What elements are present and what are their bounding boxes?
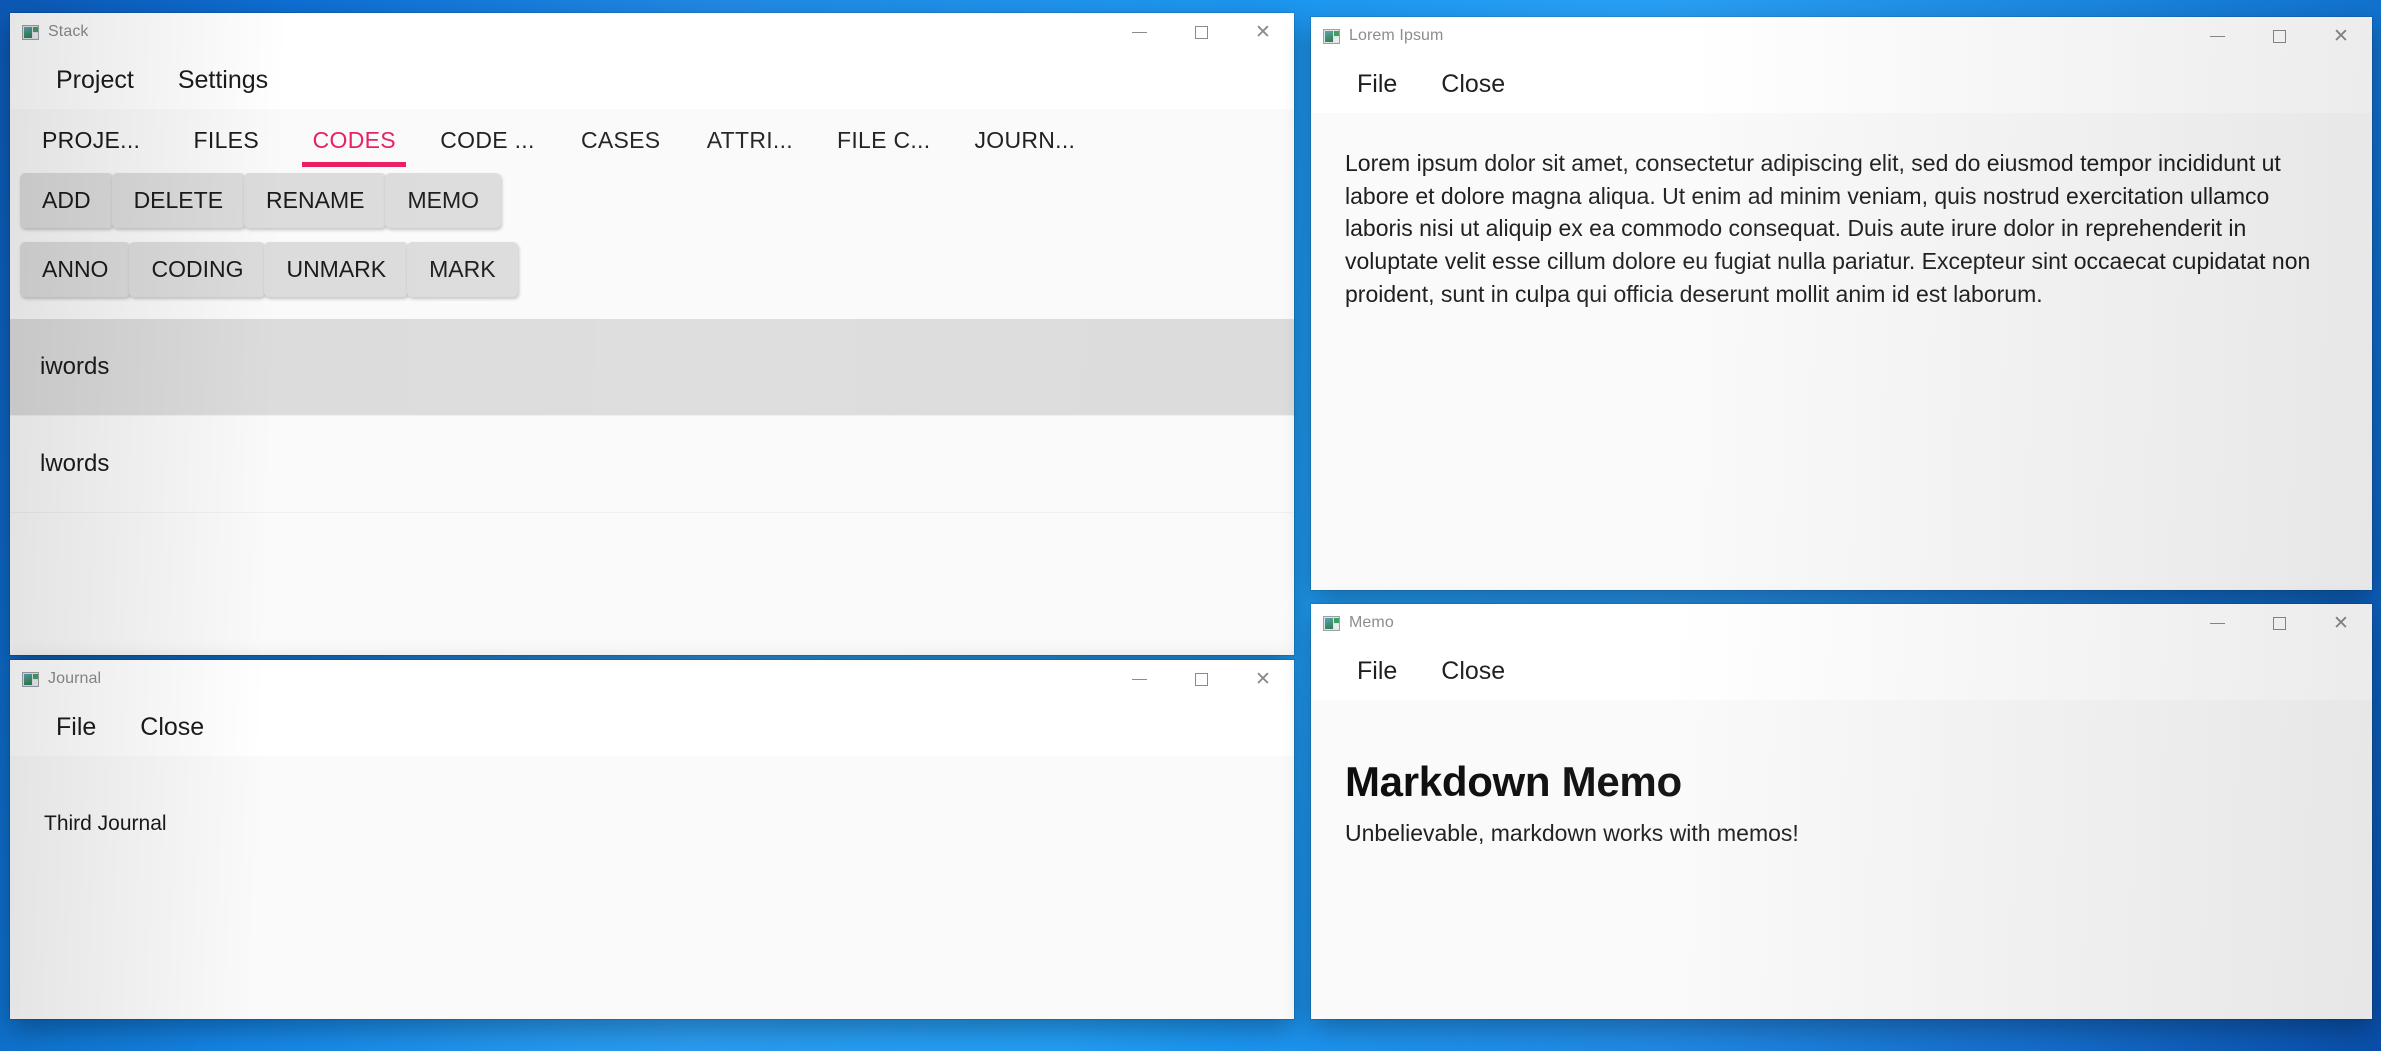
coding-button[interactable]: CODING (129, 242, 266, 297)
tab-codes[interactable]: CODES (290, 109, 418, 171)
window-lorem-ipsum[interactable]: Lorem Ipsum ✕ File Close Lorem ipsum dol… (1311, 17, 2372, 590)
tab-code-groups[interactable]: CODE ... (418, 109, 556, 171)
close-icon: ✕ (1255, 21, 1271, 43)
minimize-button[interactable] (1108, 660, 1170, 698)
window-controls: ✕ (2186, 17, 2372, 55)
journal-body: Third Journal (10, 756, 1294, 1019)
toolbar-button-rows: ADD DELETE RENAME MEMO ANNO CODING UNMAR… (10, 171, 1294, 319)
maximize-button[interactable] (2248, 17, 2310, 55)
minimize-icon (2209, 35, 2225, 37)
close-icon: ✕ (2333, 25, 2349, 47)
desktop-background: Stack ✕ Project Settings PROJE... FILES … (0, 0, 2381, 1051)
list-item[interactable]: iwords (10, 319, 1294, 416)
anno-button[interactable]: ANNO (20, 242, 131, 297)
maximize-icon (1194, 672, 1208, 686)
titlebar-left-group: Journal (22, 670, 101, 688)
menu-item-file[interactable]: File (34, 709, 118, 746)
delete-button[interactable]: DELETE (111, 173, 246, 228)
window-journal[interactable]: Journal ✕ File Close Third Journal (10, 660, 1294, 1019)
minimize-button[interactable] (2186, 604, 2248, 642)
menu-item-project[interactable]: Project (34, 62, 156, 99)
tab-files[interactable]: FILES (162, 109, 290, 171)
titlebar-lorem-ipsum[interactable]: Lorem Ipsum ✕ (1311, 17, 2372, 55)
window-title: Memo (1349, 614, 1394, 631)
menubar-journal: File Close (10, 698, 1294, 756)
tab-journals[interactable]: JOURN... (952, 109, 1097, 171)
menubar-lorem-ipsum: File Close (1311, 55, 2372, 113)
close-button[interactable]: ✕ (1232, 13, 1294, 51)
close-icon: ✕ (2333, 612, 2349, 634)
tab-projects[interactable]: PROJE... (20, 109, 162, 171)
titlebar-memo[interactable]: Memo ✕ (1311, 604, 2372, 642)
lorem-ipsum-body: Lorem ipsum dolor sit amet, consectetur … (1311, 113, 2372, 590)
window-memo[interactable]: Memo ✕ File Close Markdown Memo Unbeliev… (1311, 604, 2372, 1019)
minimize-button[interactable] (2186, 17, 2248, 55)
app-window-icon (22, 24, 39, 40)
minimize-icon (1131, 678, 1147, 680)
memo-body: Markdown Memo Unbelievable, markdown wor… (1311, 700, 2372, 1019)
maximize-button[interactable] (2248, 604, 2310, 642)
titlebar-left-group: Memo (1323, 614, 1394, 632)
menu-item-close[interactable]: Close (1419, 653, 1527, 690)
close-button[interactable]: ✕ (1232, 660, 1294, 698)
rename-button[interactable]: RENAME (244, 173, 387, 228)
minimize-icon (2209, 622, 2225, 624)
codes-list: iwords lwords (10, 319, 1294, 655)
menu-item-close[interactable]: Close (118, 709, 226, 746)
journal-text: Third Journal (44, 812, 167, 835)
toolbar-row-secondary: ANNO CODING UNMARK MARK (10, 242, 1294, 297)
menu-item-file[interactable]: File (1335, 653, 1419, 690)
titlebar-left-group: Lorem Ipsum (1323, 27, 1443, 45)
maximize-button[interactable] (1170, 660, 1232, 698)
window-stack[interactable]: Stack ✕ Project Settings PROJE... FILES … (10, 13, 1294, 655)
app-window-icon (1323, 28, 1340, 44)
app-window-icon (1323, 615, 1340, 631)
window-title: Stack (48, 23, 89, 40)
lorem-ipsum-text: Lorem ipsum dolor sit amet, consectetur … (1345, 150, 2311, 307)
add-button[interactable]: ADD (20, 173, 113, 228)
maximize-icon (2272, 616, 2286, 630)
tab-cases[interactable]: CASES (557, 109, 685, 171)
titlebar-left-group: Stack (22, 23, 89, 41)
window-title: Lorem Ipsum (1349, 27, 1444, 44)
toolbar-row-primary: ADD DELETE RENAME MEMO (10, 171, 1294, 228)
memo-heading: Markdown Memo (1345, 758, 1682, 805)
maximize-button[interactable] (1170, 13, 1232, 51)
memo-button[interactable]: MEMO (385, 173, 502, 228)
maximize-icon (2272, 29, 2286, 43)
window-controls: ✕ (2186, 604, 2372, 642)
unmark-button[interactable]: UNMARK (264, 242, 409, 297)
close-button[interactable]: ✕ (2310, 17, 2372, 55)
close-icon: ✕ (1255, 668, 1271, 690)
close-button[interactable]: ✕ (2310, 604, 2372, 642)
maximize-icon (1194, 25, 1208, 39)
menubar-stack: Project Settings (10, 51, 1294, 109)
window-controls: ✕ (1108, 13, 1294, 51)
mark-button[interactable]: MARK (407, 242, 518, 297)
tabbar-stack: PROJE... FILES CODES CODE ... CASES ATTR… (10, 109, 1294, 171)
window-controls: ✕ (1108, 660, 1294, 698)
minimize-icon (1131, 31, 1147, 33)
menu-item-settings[interactable]: Settings (156, 62, 290, 99)
menu-item-file[interactable]: File (1335, 66, 1419, 103)
app-window-icon (22, 671, 39, 687)
tab-file-categories[interactable]: FILE C... (815, 109, 952, 171)
menu-item-close[interactable]: Close (1419, 66, 1527, 103)
titlebar-stack[interactable]: Stack ✕ (10, 13, 1294, 51)
window-title: Journal (48, 670, 102, 687)
minimize-button[interactable] (1108, 13, 1170, 51)
list-item[interactable]: lwords (10, 416, 1294, 513)
titlebar-journal[interactable]: Journal ✕ (10, 660, 1294, 698)
menubar-memo: File Close (1311, 642, 2372, 700)
tab-attributes[interactable]: ATTRI... (685, 109, 815, 171)
memo-text: Unbelievable, markdown works with memos! (1345, 820, 1799, 846)
